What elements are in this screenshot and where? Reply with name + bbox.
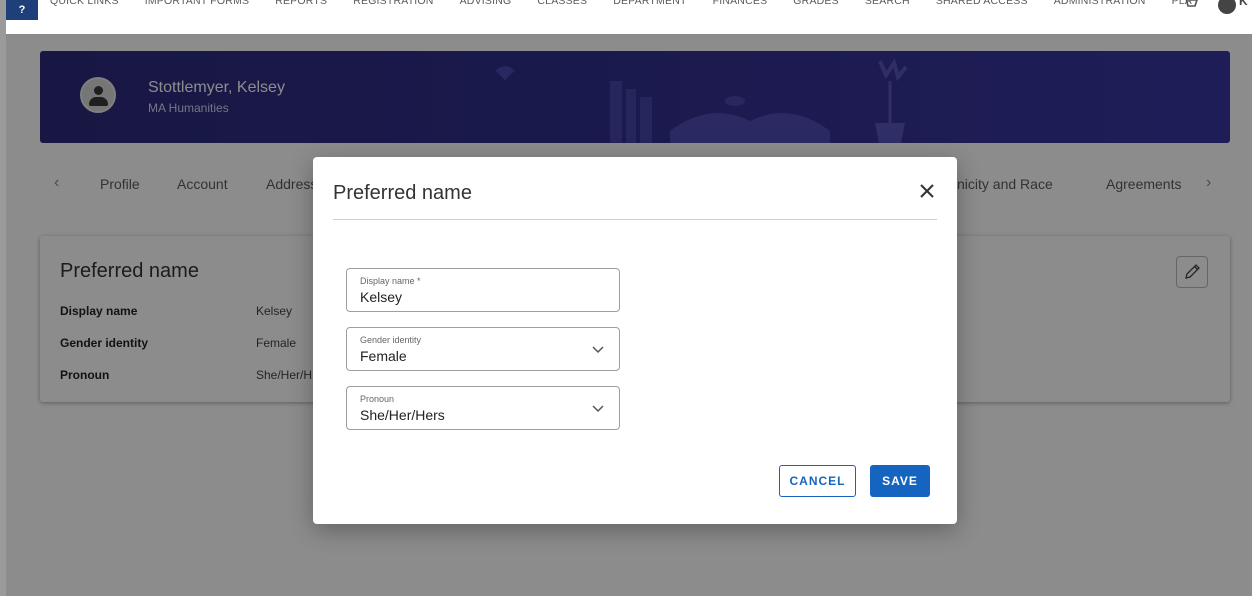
nav-classes[interactable]: CLASSES <box>537 0 587 20</box>
display-name-label: Display name * <box>360 276 421 286</box>
preferred-name-dialog: Preferred name Display name * Kelsey Gen… <box>313 157 957 524</box>
nav-advising[interactable]: ADVISING <box>460 0 512 20</box>
dialog-divider <box>333 219 937 220</box>
chevron-down-icon <box>592 405 604 413</box>
display-name-field[interactable]: Display name * Kelsey <box>346 268 620 312</box>
nav-finances[interactable]: FINANCES <box>713 0 768 20</box>
top-nav: ? QUICK LINKS IMPORTANT FORMS REPORTS RE… <box>6 0 1252 36</box>
pronoun-select[interactable]: Pronoun She/Her/Hers <box>346 386 620 430</box>
gender-identity-select[interactable]: Gender identity Female <box>346 327 620 371</box>
cancel-button[interactable]: CANCEL <box>779 465 856 497</box>
pronoun-label: Pronoun <box>360 394 395 404</box>
nav-menu: QUICK LINKS IMPORTANT FORMS REPORTS REGI… <box>50 0 1218 20</box>
nav-important-forms[interactable]: IMPORTANT FORMS <box>145 0 250 20</box>
pronoun-value: She/Her/Hers <box>360 407 445 423</box>
nav-quick-links[interactable]: QUICK LINKS <box>50 0 119 20</box>
close-icon[interactable] <box>913 177 941 205</box>
chevron-down-icon <box>592 346 604 354</box>
save-button[interactable]: SAVE <box>870 465 930 497</box>
nav-shared-access[interactable]: SHARED ACCESS <box>936 0 1028 20</box>
display-name-value: Kelsey <box>360 289 403 305</box>
app-logo[interactable]: ? <box>6 0 38 20</box>
nav-department[interactable]: DEPARTMENT <box>613 0 686 20</box>
nav-grades[interactable]: GRADES <box>793 0 839 20</box>
gender-identity-label: Gender identity <box>360 335 422 345</box>
cart-icon[interactable] <box>1182 0 1198 12</box>
gender-identity-value: Female <box>360 348 407 364</box>
dialog-title: Preferred name <box>333 182 472 204</box>
user-initial[interactable]: K <box>1239 0 1248 8</box>
nav-registration[interactable]: REGISTRATION <box>353 0 433 20</box>
nav-administration[interactable]: ADMINISTRATION <box>1054 0 1146 20</box>
user-avatar-icon[interactable] <box>1218 0 1236 14</box>
nav-reports[interactable]: REPORTS <box>275 0 327 20</box>
nav-search[interactable]: SEARCH <box>865 0 910 20</box>
page: ? QUICK LINKS IMPORTANT FORMS REPORTS RE… <box>0 0 1252 596</box>
